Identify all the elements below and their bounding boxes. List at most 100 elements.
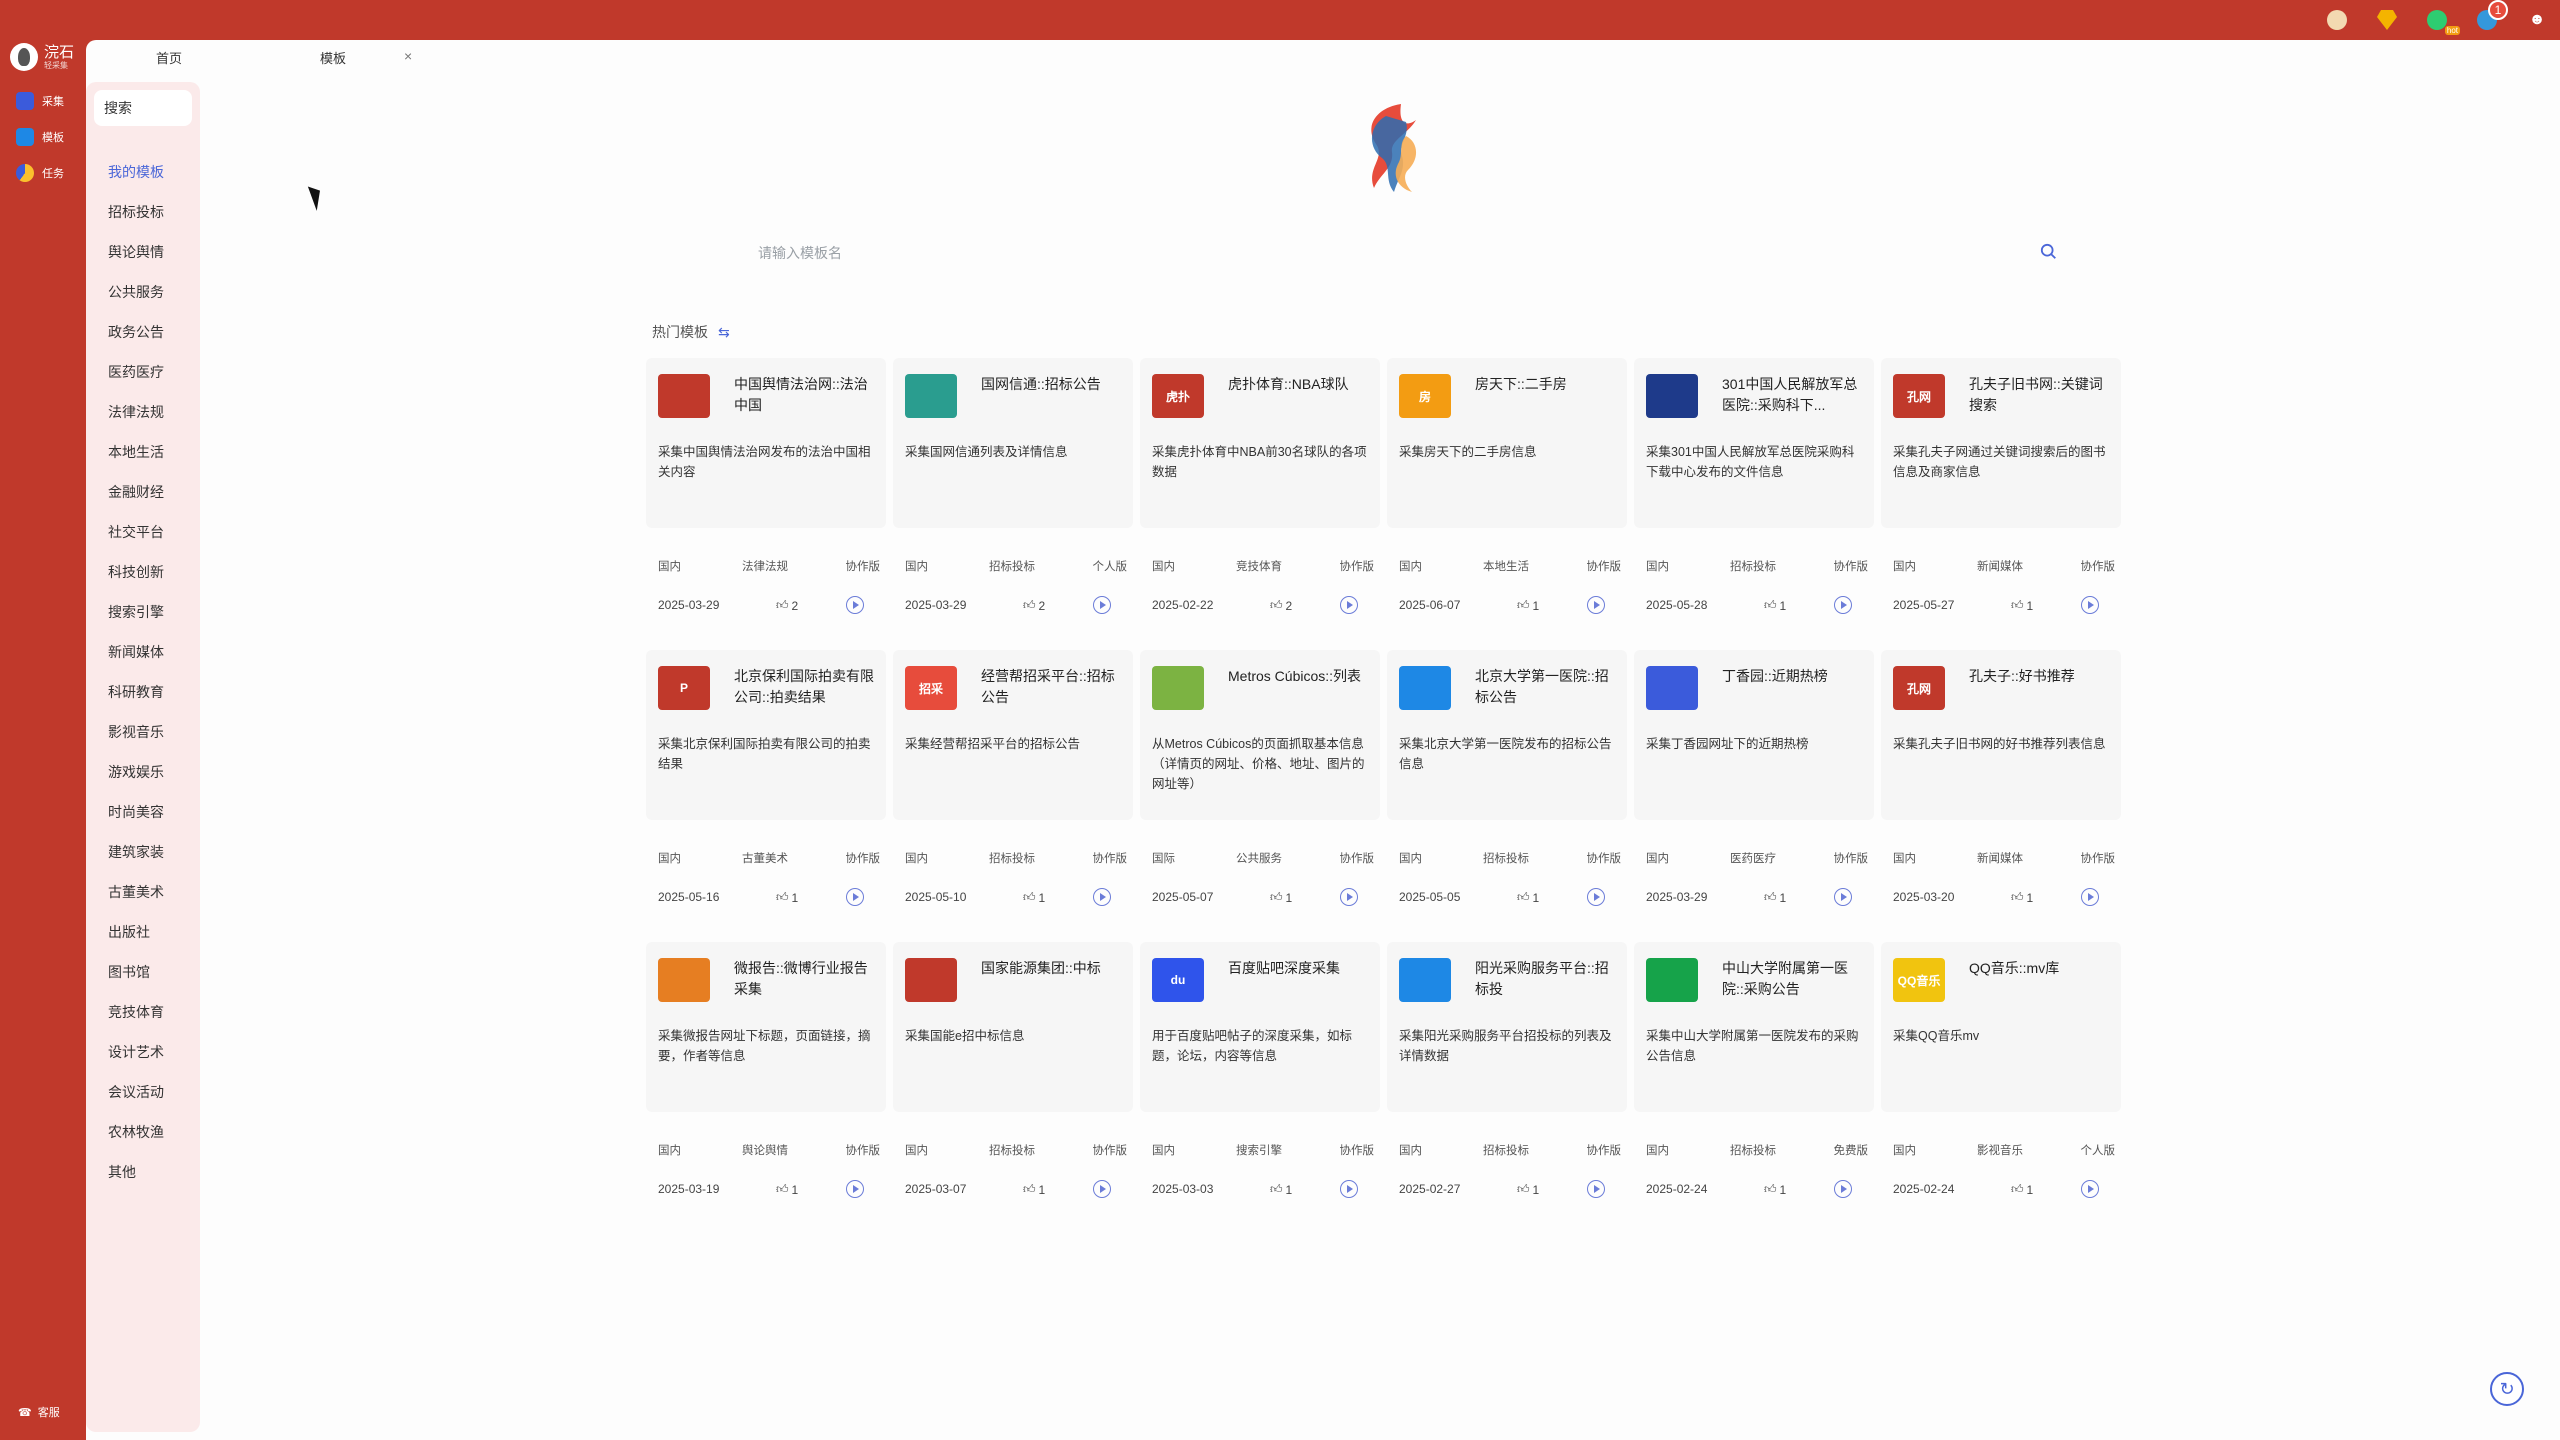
template-card[interactable]: 阳光采购服务平台::招标投 采集阳光采购服务平台招投标的列表及详情数据 国内 招… [1387, 942, 1627, 1218]
category-item[interactable]: 科技创新 [108, 562, 164, 582]
play-icon[interactable] [1093, 888, 1111, 906]
like-button[interactable]: 👍︎ 1 [1023, 890, 1045, 905]
template-card[interactable]: 中国舆情法治网::法治中国 采集中国舆情法治网发布的法治中国相关内容 国内 法律… [646, 358, 886, 634]
template-search-input[interactable] [758, 230, 2018, 276]
like-button[interactable]: 👍︎ 2 [776, 598, 798, 613]
category-item[interactable]: 时尚美容 [108, 802, 164, 822]
play-icon[interactable] [1340, 1180, 1358, 1198]
like-button[interactable]: 👍︎ 1 [1764, 890, 1786, 905]
category-item[interactable]: 招标投标 [108, 202, 164, 222]
like-button[interactable]: 👍︎ 2 [1023, 598, 1045, 613]
category-item[interactable]: 医药医疗 [108, 362, 164, 382]
play-icon[interactable] [1834, 888, 1852, 906]
category-item[interactable]: 古董美术 [108, 882, 164, 902]
template-card[interactable]: 虎扑 虎扑体育::NBA球队 采集虎扑体育中NBA前30名球队的各项数据 国内 … [1140, 358, 1380, 634]
template-card[interactable]: P 北京保利国际拍卖有限公司::拍卖结果 采集北京保利国际拍卖有限公司的拍卖结果… [646, 650, 886, 926]
rail-item-task[interactable]: 任务 [16, 164, 64, 182]
category-item[interactable]: 影视音乐 [108, 722, 164, 742]
category-item[interactable]: 新闻媒体 [108, 642, 164, 662]
play-icon[interactable] [1834, 1180, 1852, 1198]
category-search[interactable]: 搜索 [94, 90, 192, 126]
category-item[interactable]: 出版社 [108, 922, 150, 942]
rail-item-template[interactable]: 模板 [16, 128, 64, 146]
vip-icon[interactable]: hot [2426, 9, 2460, 35]
play-icon[interactable] [1093, 1180, 1111, 1198]
category-item[interactable]: 公共服务 [108, 282, 164, 302]
refresh-button[interactable]: ↻ [2490, 1372, 2524, 1406]
like-button[interactable]: 👍︎ 1 [2011, 890, 2033, 905]
template-card[interactable]: 孔网 孔夫子旧书网::关键词搜索 采集孔夫子网通过关键词搜索后的图书信息及商家信… [1881, 358, 2121, 634]
category-item[interactable]: 游戏娱乐 [108, 762, 164, 782]
play-icon[interactable] [846, 888, 864, 906]
play-icon[interactable] [1587, 1180, 1605, 1198]
like-button[interactable]: 👍︎ 1 [776, 1182, 798, 1197]
swap-icon[interactable]: ⇆ [718, 324, 730, 341]
category-item[interactable]: 搜索引擎 [108, 602, 164, 622]
play-icon[interactable] [1834, 596, 1852, 614]
like-button[interactable]: 👍︎ 1 [2011, 598, 2033, 613]
like-button[interactable]: 👍︎ 1 [1517, 890, 1539, 905]
category-item[interactable]: 图书馆 [108, 962, 150, 982]
play-icon[interactable] [1340, 888, 1358, 906]
like-button[interactable]: 👍︎ 1 [1023, 1182, 1045, 1197]
card-category: 医药医疗 [1730, 853, 1776, 865]
category-item[interactable]: 其他 [108, 1162, 136, 1182]
task-pie-icon [16, 164, 34, 182]
category-item[interactable]: 建筑家装 [108, 842, 164, 862]
user-icon[interactable]: ☻ [2526, 9, 2548, 31]
category-item[interactable]: 舆论舆情 [108, 242, 164, 262]
category-item[interactable]: 科研教育 [108, 682, 164, 702]
play-icon[interactable] [2081, 1180, 2099, 1198]
play-icon[interactable] [846, 1180, 864, 1198]
play-icon[interactable] [1340, 596, 1358, 614]
template-card[interactable]: 房 房天下::二手房 采集房天下的二手房信息 国内 本地生活 协作版 2025-… [1387, 358, 1627, 634]
category-item[interactable]: 社交平台 [108, 522, 164, 542]
like-button[interactable]: 👍︎ 1 [1270, 1182, 1292, 1197]
template-card[interactable]: 301中国人民解放军总医院::采购科下... 采集301中国人民解放军总医院采购… [1634, 358, 1874, 634]
search-icon[interactable] [2040, 243, 2058, 261]
like-button[interactable]: 👍︎ 1 [1764, 598, 1786, 613]
template-card[interactable]: 国网信通::招标公告 采集国网信通列表及详情信息 国内 招标投标 个人版 202… [893, 358, 1133, 634]
play-icon[interactable] [846, 596, 864, 614]
category-item[interactable]: 设计艺术 [108, 1042, 164, 1062]
play-icon[interactable] [2081, 596, 2099, 614]
like-button[interactable]: 👍︎ 1 [1517, 1182, 1539, 1197]
bell-icon[interactable]: 1 [2476, 0, 2508, 31]
category-item[interactable]: 我的模板 [108, 162, 164, 182]
template-card[interactable]: du 百度贴吧深度采集 用于百度贴吧帖子的深度采集，如标题，论坛，内容等信息 国… [1140, 942, 1380, 1218]
play-icon[interactable] [1587, 888, 1605, 906]
tab-home[interactable]: 首页 [156, 48, 182, 67]
template-card[interactable]: 孔网 孔夫子::好书推荐 采集孔夫子旧书网的好书推荐列表信息 国内 新闻媒体 协… [1881, 650, 2121, 926]
category-item[interactable]: 金融财经 [108, 482, 164, 502]
category-item[interactable]: 本地生活 [108, 442, 164, 462]
template-card[interactable]: 北京大学第一医院::招标公告 采集北京大学第一医院发布的招标公告信息 国内 招标… [1387, 650, 1627, 926]
close-icon[interactable]: × [404, 48, 412, 64]
tab-template[interactable]: 模板 [320, 48, 346, 67]
category-item[interactable]: 会议活动 [108, 1082, 164, 1102]
play-icon[interactable] [1093, 596, 1111, 614]
template-card[interactable]: 中山大学附属第一医院::采购公告 采集中山大学附属第一医院发布的采购公告信息 国… [1634, 942, 1874, 1218]
like-button[interactable]: 👍︎ 2 [1270, 598, 1292, 613]
play-icon[interactable] [1587, 596, 1605, 614]
like-button[interactable]: 👍︎ 1 [776, 890, 798, 905]
template-card[interactable]: 丁香园::近期热榜 采集丁香园网址下的近期热榜 国内 医药医疗 协作版 2025… [1634, 650, 1874, 926]
money-bag-icon[interactable] [2326, 9, 2348, 31]
rail-item-collect[interactable]: 采集 [16, 92, 64, 110]
play-icon[interactable] [2081, 888, 2099, 906]
category-item[interactable]: 政务公告 [108, 322, 164, 342]
like-button[interactable]: 👍︎ 1 [1270, 890, 1292, 905]
template-card[interactable]: QQ音乐 QQ音乐::mv库 采集QQ音乐mv 国内 影视音乐 个人版 2025… [1881, 942, 2121, 1218]
template-card[interactable]: Metros Cúbicos::列表 从Metros Cúbicos的页面抓取基… [1140, 650, 1380, 926]
category-item[interactable]: 竞技体育 [108, 1002, 164, 1022]
like-button[interactable]: 👍︎ 1 [1517, 598, 1539, 613]
diamond-icon[interactable] [2376, 9, 2398, 31]
card-category: 本地生活 [1483, 561, 1529, 573]
category-item[interactable]: 农林牧渔 [108, 1122, 164, 1142]
support-button[interactable]: ☎ 客服 [18, 1404, 60, 1420]
template-card[interactable]: 微报告::微博行业报告采集 采集微报告网址下标题，页面链接，摘要，作者等信息 国… [646, 942, 886, 1218]
like-button[interactable]: 👍︎ 1 [1764, 1182, 1786, 1197]
like-button[interactable]: 👍︎ 1 [2011, 1182, 2033, 1197]
template-card[interactable]: 国家能源集团::中标 采集国能e招中标信息 国内 招标投标 协作版 2025-0… [893, 942, 1133, 1218]
template-card[interactable]: 招采 经营帮招采平台::招标公告 采集经营帮招采平台的招标公告 国内 招标投标 … [893, 650, 1133, 926]
category-item[interactable]: 法律法规 [108, 402, 164, 422]
